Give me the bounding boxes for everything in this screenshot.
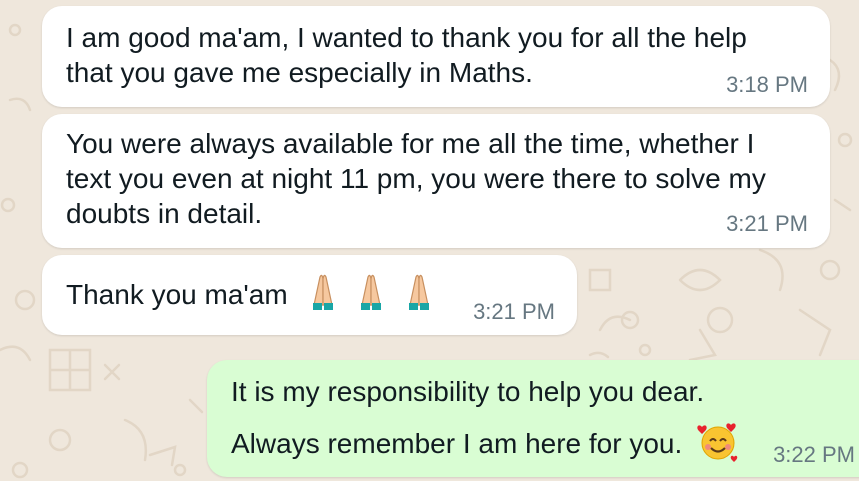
- message-text: Always remember I am here for you.: [231, 428, 683, 459]
- message-timestamp: 3:18 PM: [726, 72, 808, 97]
- folded-hands-icon: [408, 274, 429, 310]
- message-text: You were always available for me all the…: [66, 128, 766, 229]
- message-bubble-incoming[interactable]: I am good ma'am, I wanted to thank you f…: [42, 6, 830, 107]
- message-bubble-outgoing[interactable]: It is my responsibility to help you dear…: [207, 360, 859, 477]
- smiling-face-with-hearts-icon: [697, 423, 738, 462]
- message-timestamp: 3:21 PM: [473, 299, 555, 324]
- message-bubble-incoming[interactable]: Thank you ma'am 3:21 PM: [42, 255, 577, 335]
- message-bubble-incoming[interactable]: You were always available for me all the…: [42, 114, 830, 248]
- emoji-group: [300, 269, 436, 313]
- folded-hands-icon: [360, 274, 381, 310]
- message-text: I am good ma'am, I wanted to thank you f…: [66, 22, 747, 88]
- message-timestamp: 3:21 PM: [726, 211, 808, 236]
- folded-hands-icon: [313, 274, 333, 310]
- message-timestamp: 3:22 PM: [773, 442, 855, 467]
- message-text-line: Always remember I am here for you.: [231, 419, 740, 463]
- message-text-line: It is my responsibility to help you dear…: [231, 376, 705, 407]
- message-text: Thank you ma'am: [66, 279, 288, 310]
